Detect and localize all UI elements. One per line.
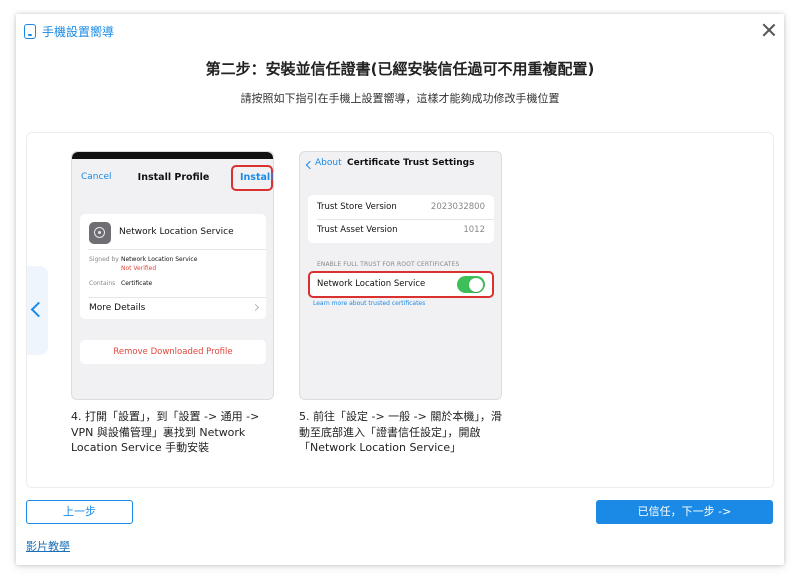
trust-store-value: 2023032800	[430, 202, 485, 212]
phone-icon	[24, 23, 36, 39]
caption-line: 動至底部進入「證書信任設定」，開啟	[299, 425, 481, 439]
phone-status-bar	[72, 152, 273, 159]
step-4-caption: 4. 打開「設置」，到「設置 -> 通用 -> VPN 與設備管理」裏找到 Ne…	[71, 409, 259, 456]
toggle-label: Network Location Service	[317, 279, 426, 289]
section-header: ENABLE FULL TRUST FOR ROOT CERTIFICATES	[317, 261, 460, 268]
profile-name: Network Location Service	[119, 227, 234, 237]
window-title: 手機設置嚮導	[42, 24, 115, 39]
video-tutorial-link[interactable]: 影片教學	[26, 538, 70, 554]
trust-asset-label: Trust Asset Version	[317, 225, 398, 235]
caption-line: VPN 與設備管理」裏找到 Network	[71, 425, 246, 439]
version-card: Trust Store Version 2023032800 Trust Ass…	[308, 195, 494, 243]
divider	[88, 297, 266, 298]
trust-store-label: Trust Store Version	[317, 202, 397, 212]
page-heading: 第二步：安裝並信任證書(已經安裝信任過可不用重複配置)	[205, 60, 595, 78]
gear-icon	[89, 222, 111, 244]
title-bar: 手機設置嚮導	[24, 22, 114, 40]
trust-toggle-switch	[457, 276, 485, 293]
back-link: About	[315, 158, 342, 168]
contains-label: Contains	[89, 280, 116, 287]
divider	[317, 219, 494, 220]
trust-settings-title: Certificate Trust Settings	[347, 158, 475, 168]
caption-line: 4. 打開「設置」，到「設置 -> 通用 ->	[71, 410, 260, 423]
caption-line: Location Service 手動安裝	[71, 441, 210, 454]
trusted-next-step-button[interactable]: 已信任，下一步 ->	[596, 500, 773, 524]
install-profile-screenshot: Cancel Install Profile Install Network L…	[71, 151, 274, 400]
close-icon[interactable]	[761, 22, 777, 38]
step-5-caption: 5. 前往「設定 -> 一般 -> 關於本機」，滑 動至底部進入「證書信任設定」…	[299, 409, 502, 456]
chevron-right-icon	[251, 303, 260, 312]
previous-slide-arrow-icon[interactable]	[27, 266, 48, 355]
remove-profile-button: Remove Downloaded Profile	[80, 340, 266, 364]
not-verified-text: Not Verified	[121, 265, 157, 272]
certificate-trust-screenshot: About Certificate Trust Settings Trust S…	[299, 151, 502, 400]
install-link: Install	[240, 172, 274, 183]
trust-asset-value: 1012	[463, 225, 485, 235]
learn-more-link: Learn more about trusted certificates	[313, 300, 426, 307]
divider	[88, 249, 266, 250]
page-subheading: 請按照如下指引在手機上設置嚮導，這樣才能夠成功修改手機位置	[240, 92, 560, 105]
profile-card: Network Location Service Signed by Netwo…	[80, 214, 266, 319]
caption-line: 5. 前往「設定 -> 一般 -> 關於本機」，滑	[299, 410, 502, 423]
signed-by-value: Network Location Service	[121, 256, 198, 263]
previous-step-button[interactable]: 上一步	[26, 500, 133, 524]
chevron-left-icon	[305, 160, 315, 170]
signed-by-label: Signed by	[89, 256, 119, 263]
contains-value: Certificate	[121, 280, 153, 287]
caption-line: 「Network Location Service」	[299, 441, 462, 454]
more-details-label: More Details	[89, 303, 146, 313]
